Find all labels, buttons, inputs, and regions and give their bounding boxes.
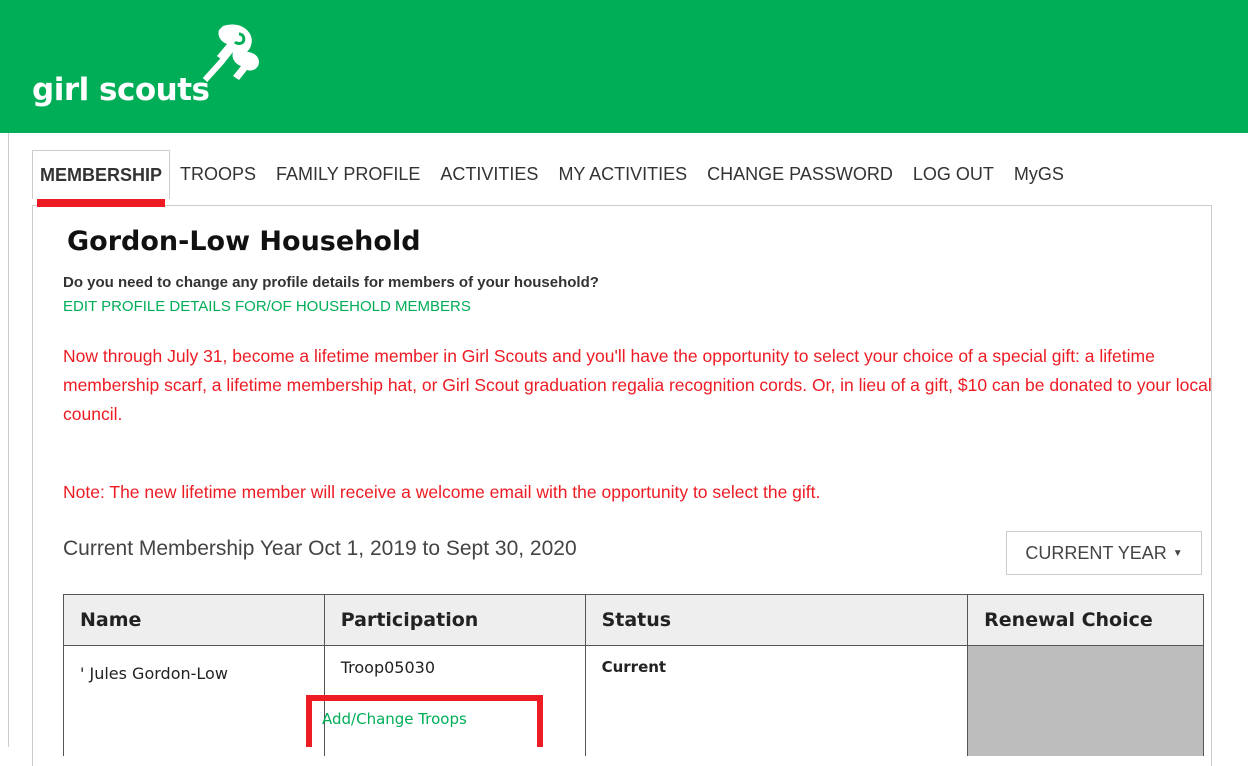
edit-profile-link[interactable]: EDIT PROFILE DETAILS FOR/OF HOUSEHOLD ME… [63, 298, 471, 315]
header-name: Name [63, 594, 325, 646]
lifetime-promo-text: Now through July 31, become a lifetime m… [63, 346, 1212, 424]
header-renewal-choice: Renewal Choice [967, 594, 1204, 646]
cell-name: ' Jules Gordon-Low [63, 645, 325, 756]
profile-question: Do you need to change any profile detail… [63, 274, 599, 291]
caret-down-icon: ▼ [1172, 547, 1183, 559]
header-participation: Participation [323, 594, 586, 646]
logo-wordmark: girl scouts [32, 72, 210, 108]
cell-renewal-choice[interactable] [967, 645, 1204, 756]
girl-scouts-logo[interactable]: girl scouts [32, 22, 292, 112]
add-change-troops-link[interactable]: Add/Change Troops [322, 710, 467, 728]
nav-activities[interactable]: ACTIVITIES [430, 150, 548, 198]
nav-my-activities[interactable]: MY ACTIVITIES [548, 150, 697, 198]
promo-note: Note: The new lifetime member will recei… [63, 482, 821, 502]
page-left-border [8, 133, 9, 747]
table-header-row: Name Participation Status Renewal Choice [63, 594, 1204, 646]
nav-log-out[interactable]: LOG OUT [903, 150, 1004, 198]
troop-id: Troop05030 [340, 658, 436, 677]
cell-status: Current [584, 645, 969, 756]
membership-year-label: Current Membership Year Oct 1, 2019 to S… [63, 537, 577, 560]
year-selector-value: CURRENT YEAR [1025, 542, 1167, 563]
nav-troops[interactable]: TROOPS [170, 150, 266, 198]
nav-membership[interactable]: MEMBERSHIP [32, 150, 171, 207]
nav-mygs[interactable]: MyGS [1004, 150, 1074, 198]
member-name: ' Jules Gordon-Low [80, 664, 228, 683]
page-title: Gordon-Low Household [67, 226, 421, 257]
nav-change-password[interactable]: CHANGE PASSWORD [697, 150, 903, 198]
nav-family-profile[interactable]: FAMILY PROFILE [266, 150, 430, 198]
membership-table: Name Participation Status Renewal Choice… [63, 594, 1204, 756]
table-row: ' Jules Gordon-Low Troop05030 Current [63, 645, 1204, 756]
header-status: Status [584, 594, 969, 646]
year-selector-dropdown[interactable]: CURRENT YEAR ▼ [1006, 531, 1202, 575]
main-nav: MEMBERSHIP TROOPS FAMILY PROFILE ACTIVIT… [32, 150, 1074, 207]
member-status: Current [601, 658, 667, 676]
site-header: girl scouts [0, 0, 1248, 133]
